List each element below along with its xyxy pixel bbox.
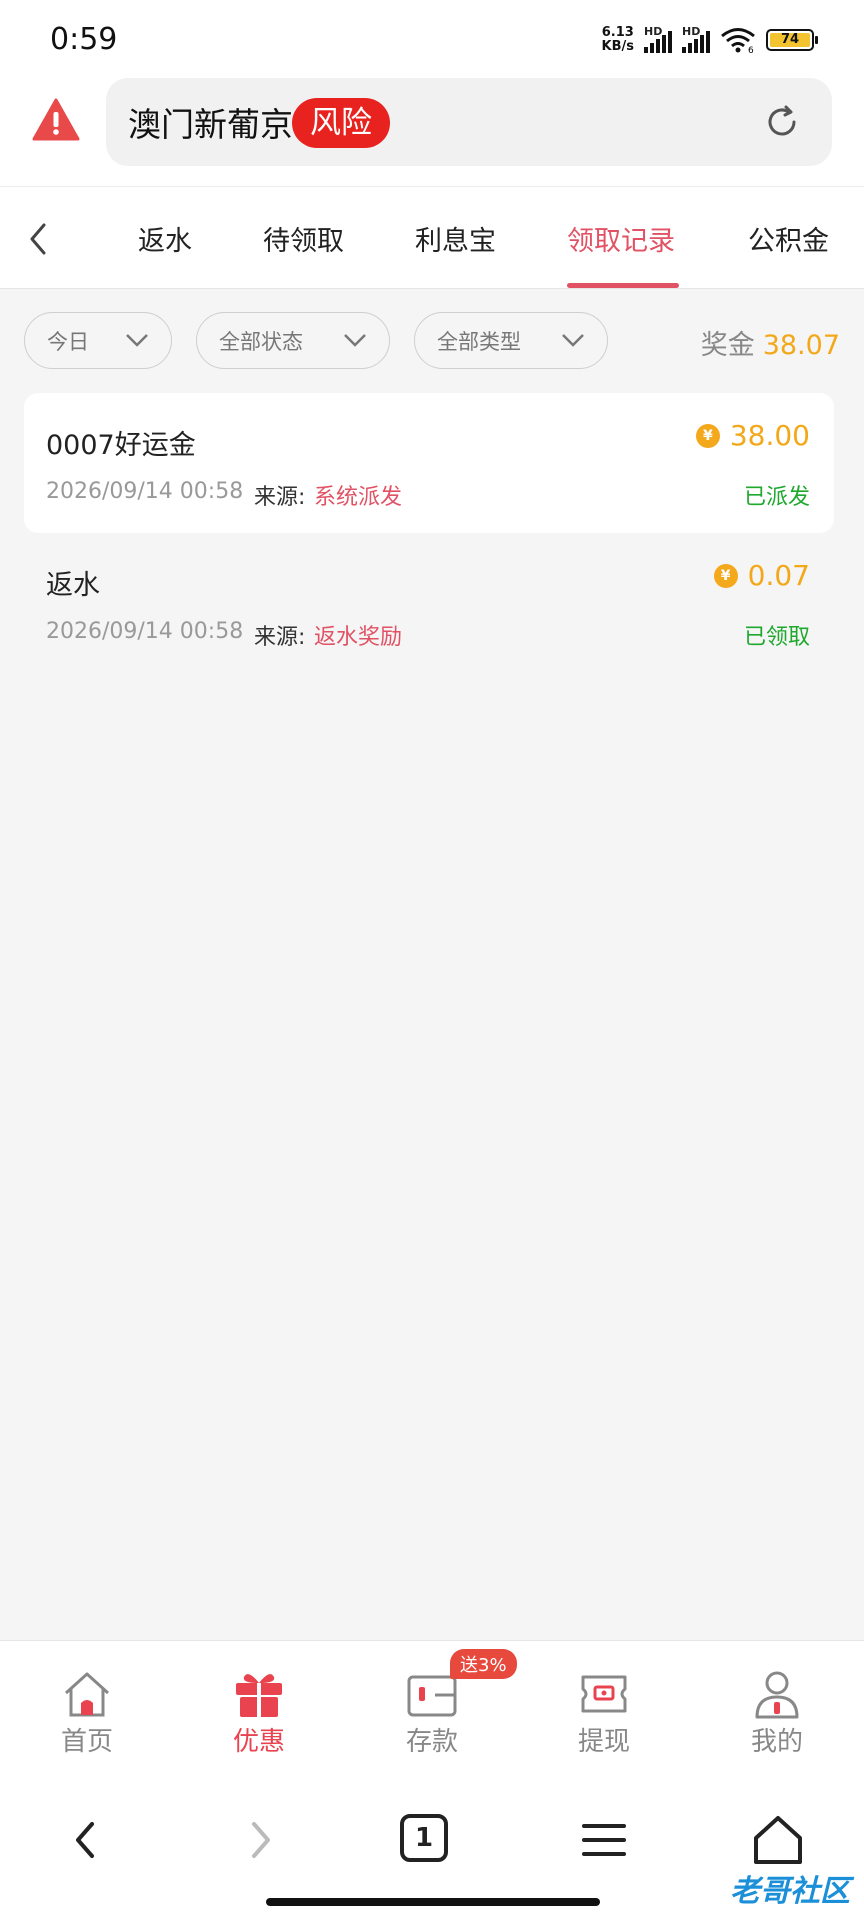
record-source: 返水奖励 [314, 625, 403, 650]
browser-forward-icon[interactable] [228, 1808, 292, 1872]
record-status: 已派发 [743, 485, 810, 510]
nav-withdraw[interactable]: 提现 [544, 1669, 664, 1758]
menu-icon[interactable] [572, 1808, 636, 1872]
wifi-label: 6 [748, 46, 754, 53]
record-title: 0007好运金 [46, 430, 196, 461]
nav-home-label: 首页 [60, 1727, 113, 1757]
tab-pending[interactable]: 待领取 [263, 219, 344, 258]
nav-profile-label: 我的 [750, 1727, 803, 1757]
nav-deposit[interactable]: 存款 [372, 1669, 492, 1758]
home-icon [64, 1672, 110, 1717]
nav-deposit-label: 存款 [405, 1727, 458, 1757]
network-speed: 6.13 KB/s [602, 26, 634, 54]
back-chevron-icon[interactable] [24, 219, 54, 259]
address-bar: 澳门新葡京 风险 [0, 78, 864, 186]
record-source: 系统派发 [314, 485, 403, 510]
nav-promotions-label: 优惠 [232, 1727, 285, 1757]
date-filter[interactable]: 今日 [24, 312, 172, 369]
signal-2-icon: HD [682, 25, 710, 53]
coin-icon: ¥ [713, 563, 738, 588]
type-filter-label: 全部类型 [437, 329, 521, 354]
record-item[interactable]: 0007好运金 ¥ 38.00 2026/09/14 00:58 来源: 系统派… [24, 393, 834, 533]
battery-level: 74 [770, 33, 810, 47]
wifi-icon: 6 [721, 28, 755, 53]
person-icon [755, 1671, 799, 1719]
chevron-down-icon [562, 334, 584, 347]
tab-provident-fund[interactable]: 公积金 [748, 219, 829, 258]
url-field[interactable]: 澳门新葡京 风险 [106, 78, 832, 166]
record-amount: ¥ 0.07 [713, 559, 810, 592]
nav-home[interactable]: 首页 [27, 1669, 147, 1758]
record-item[interactable]: 返水 ¥ 0.07 2026/09/14 00:58 来源: 返水奖励 已领取 [24, 533, 834, 673]
nav-profile[interactable]: 我的 [717, 1669, 837, 1758]
network-speed-unit: KB/s [601, 39, 634, 54]
record-source-label: 来源: [254, 625, 306, 650]
browser-back-icon[interactable] [54, 1808, 118, 1872]
watermark: 老哥社区 [730, 1874, 850, 1909]
gift-icon [236, 1674, 282, 1717]
nav-withdraw-label: 提现 [577, 1727, 630, 1757]
category-tabs: 返水 待领取 利息宝 领取记录 公积金 [0, 186, 864, 289]
bonus-total: 奖金 38.07 [701, 323, 840, 362]
date-filter-label: 今日 [47, 329, 89, 354]
nav-promotions[interactable]: 优惠 [199, 1669, 319, 1758]
status-icons: 6.13 KB/s HD HD 6 74 [602, 25, 818, 54]
chevron-down-icon [126, 334, 148, 347]
browser-home-icon[interactable] [746, 1808, 810, 1872]
record-title: 返水 [46, 570, 100, 601]
chevron-down-icon [344, 334, 366, 347]
risk-badge[interactable]: 风险 [292, 98, 390, 148]
record-amount-value: 38.00 [729, 419, 810, 452]
type-filter[interactable]: 全部类型 [414, 312, 608, 369]
site-name: 澳门新葡京 [128, 105, 293, 144]
network-speed-value: 6.13 [601, 25, 634, 40]
tabs-count-button[interactable]: 1 [400, 1814, 448, 1862]
tab-claim-records[interactable]: 领取记录 [567, 219, 675, 258]
sim1-label: HD [644, 25, 663, 38]
active-tab-indicator [567, 283, 679, 288]
status-time: 0:59 [50, 22, 118, 57]
warning-icon[interactable] [32, 98, 80, 142]
record-source-label: 来源: [254, 485, 306, 510]
sim2-label: HD [682, 25, 701, 38]
home-indicator[interactable] [266, 1898, 600, 1906]
status-bar: 0:59 6.13 KB/s HD HD 6 74 [0, 0, 864, 78]
record-status: 已领取 [743, 625, 810, 650]
bonus-value: 38.07 [762, 330, 840, 361]
signal-1-icon: HD [644, 25, 672, 53]
record-time: 2026/09/14 00:58 [46, 619, 244, 644]
bonus-label: 奖金 [700, 330, 755, 361]
status-filter-label: 全部状态 [219, 329, 303, 354]
tab-interest[interactable]: 利息宝 [415, 219, 496, 258]
status-filter[interactable]: 全部状态 [196, 312, 390, 369]
battery-icon: 74 [766, 29, 818, 51]
deposit-promo-badge: 送3% [450, 1649, 517, 1679]
reload-icon[interactable] [762, 102, 802, 142]
bottom-nav: 首页 优惠 存款 送3% 提现 我的 [0, 1640, 864, 1772]
record-time: 2026/09/14 00:58 [46, 479, 244, 504]
coin-icon: ¥ [695, 423, 720, 448]
record-amount-value: 0.07 [747, 559, 810, 592]
tab-rebate[interactable]: 返水 [138, 219, 192, 258]
record-amount: ¥ 38.00 [695, 419, 810, 452]
ticket-icon [581, 1675, 627, 1713]
